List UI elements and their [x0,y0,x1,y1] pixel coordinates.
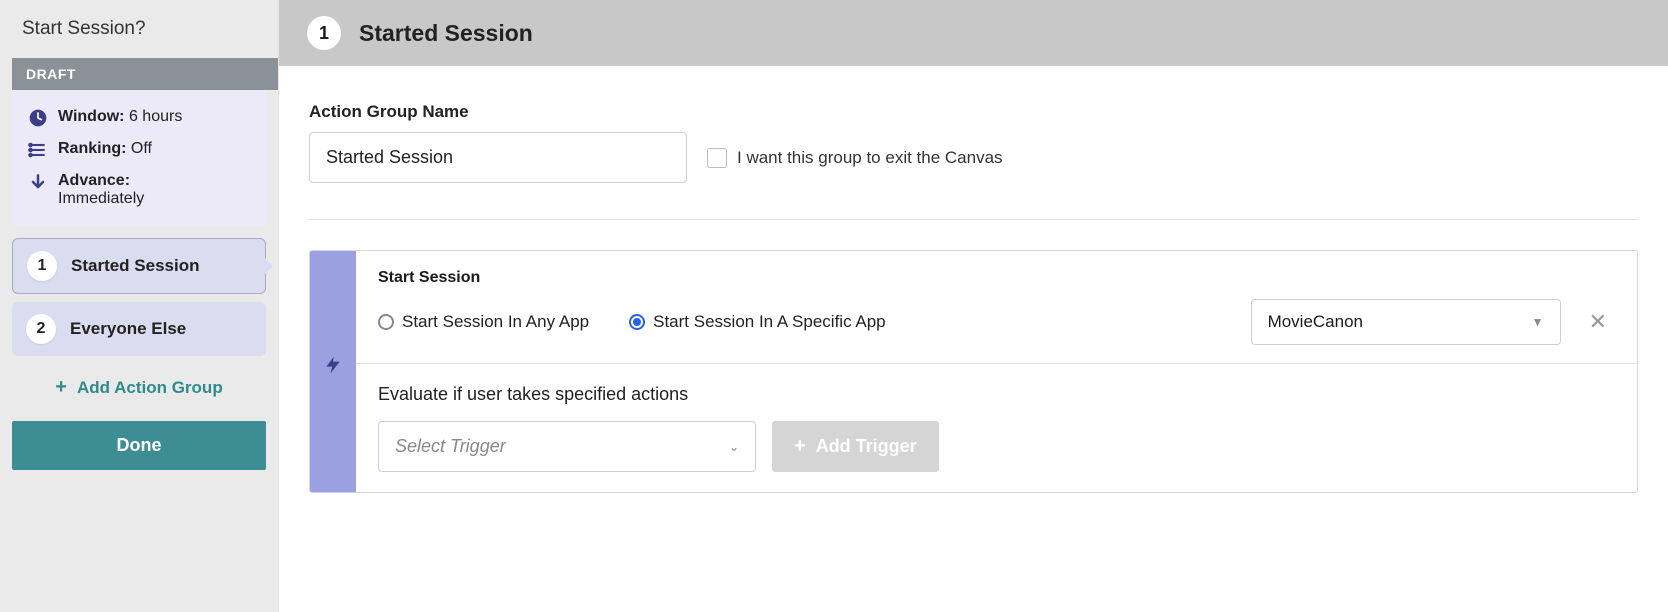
trigger-config-block: Start Session Start Session In Any App S… [309,250,1638,493]
group-label: Started Session [71,256,200,276]
evaluate-text: Evaluate if user takes specified actions [378,384,1615,405]
sidebar-item-everyone-else[interactable]: 2 Everyone Else [12,302,266,356]
ranking-icon [28,140,48,160]
close-icon[interactable]: ✕ [1581,309,1615,335]
exit-canvas-label: I want this group to exit the Canvas [737,148,1003,168]
radio-any-app[interactable]: Start Session In Any App [378,312,589,332]
chevron-down-icon: ⌄ [729,440,739,454]
radio-specific-app[interactable]: Start Session In A Specific App [629,312,885,332]
group-number-badge: 1 [27,251,57,281]
group-number-badge: 2 [26,314,56,344]
trigger-placeholder: Select Trigger [395,436,506,457]
plus-icon: + [55,376,67,399]
sidebar: Start Session? DRAFT Window: 6 hours Ran… [0,0,278,612]
clock-icon [28,108,48,128]
group-label: Everyone Else [70,319,186,339]
chevron-down-icon: ▼ [1532,315,1544,329]
header-number-badge: 1 [307,16,341,50]
main-header: 1 Started Session [279,0,1668,66]
app-select-value: MovieCanon [1268,312,1363,332]
done-button[interactable]: Done [12,421,266,470]
action-group-name-label: Action Group Name [309,102,1638,122]
action-group-name-input[interactable] [309,132,687,183]
add-action-label: Add Action Group [77,378,223,398]
summary-window: Window: 6 hours [28,108,250,128]
action-group-list: 1 Started Session 2 Everyone Else + Add … [12,238,266,411]
plus-icon: + [794,435,806,458]
config-rail [310,251,356,492]
exit-canvas-checkbox[interactable] [707,148,727,168]
start-session-title: Start Session [378,269,1615,287]
summary-card: Window: 6 hours Ranking: Off Advance:Imm… [12,90,266,226]
app-select[interactable]: MovieCanon ▼ [1251,299,1561,345]
divider [309,219,1638,220]
summary-advance: Advance:Immediately [28,172,250,208]
trigger-select[interactable]: Select Trigger ⌄ [378,421,756,472]
sidebar-title: Start Session? [0,0,278,58]
main-body: Action Group Name I want this group to e… [279,66,1668,529]
lightning-icon [323,351,343,379]
add-action-group-button[interactable]: + Add Action Group [12,364,266,411]
page-title: Started Session [359,20,533,47]
sidebar-item-started-session[interactable]: 1 Started Session [12,238,266,294]
arrow-down-icon [28,172,48,192]
draft-badge: DRAFT [12,58,278,90]
summary-ranking: Ranking: Off [28,140,250,160]
add-trigger-button[interactable]: + Add Trigger [772,421,939,472]
main-panel: 1 Started Session Action Group Name I wa… [278,0,1668,612]
radio-icon [378,314,394,330]
radio-icon [629,314,645,330]
